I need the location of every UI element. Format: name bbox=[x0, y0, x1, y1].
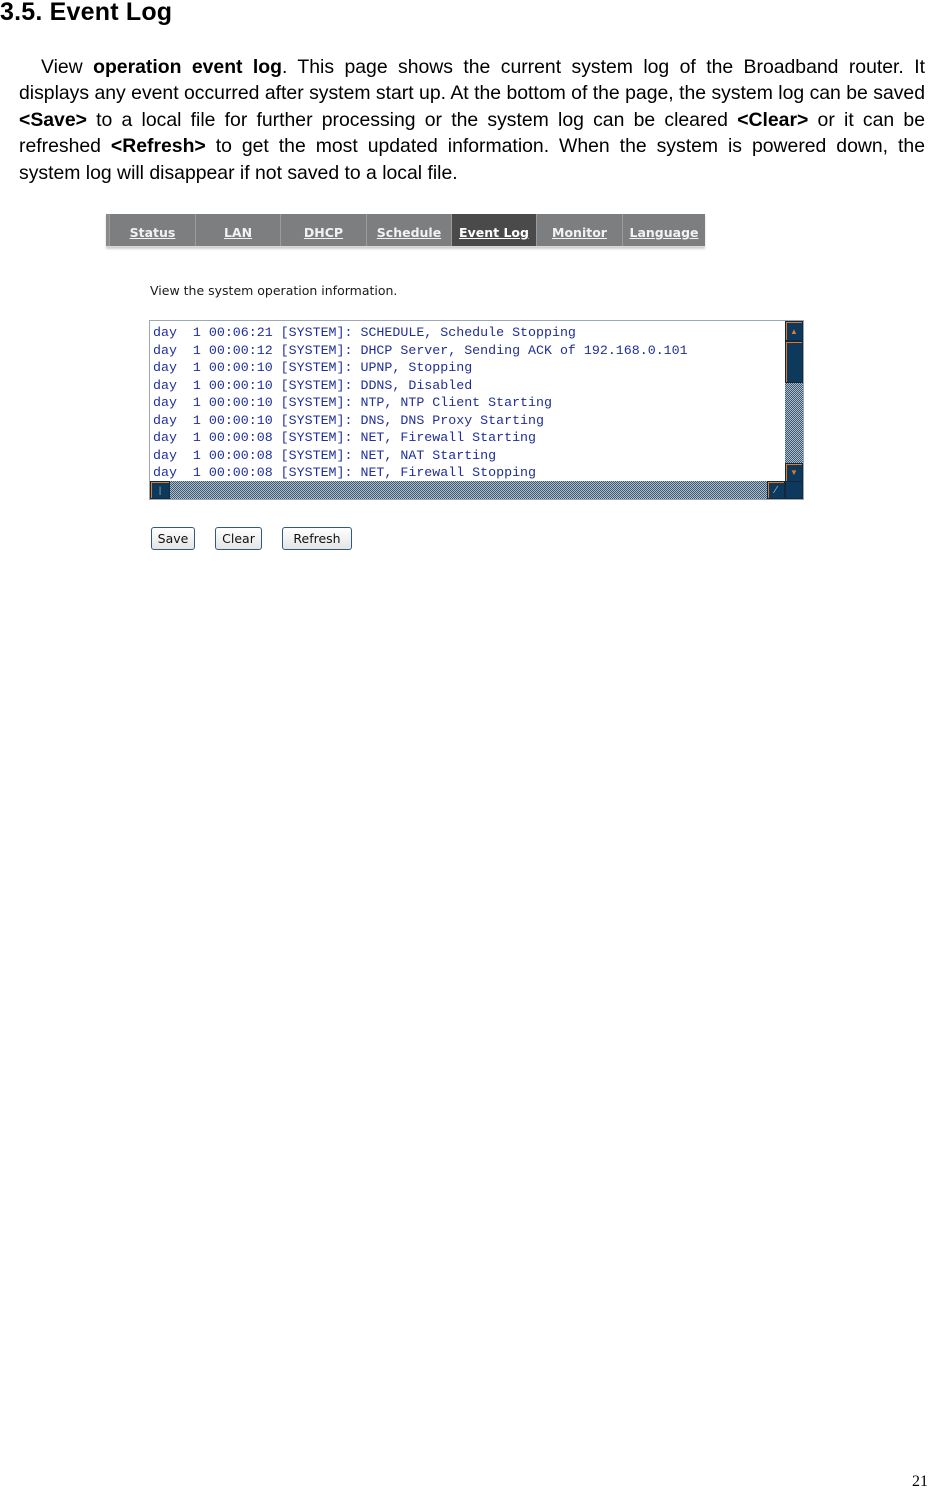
tab-event-log[interactable]: Event Log bbox=[452, 214, 537, 246]
tab-status[interactable]: Status bbox=[110, 214, 196, 246]
emphasis-text: operation event log bbox=[93, 56, 282, 78]
scrollbar-corner bbox=[785, 481, 803, 499]
tab-language[interactable]: Language bbox=[623, 214, 705, 246]
section-heading: 3.5. Event Log bbox=[0, 0, 173, 26]
vertical-scroll-thumb[interactable] bbox=[785, 341, 803, 383]
log-line: day 1 00:00:10 [SYSTEM]: UPNP, Stopping bbox=[153, 360, 473, 375]
paragraph-text: View bbox=[41, 56, 94, 78]
log-line: day 1 00:00:10 [SYSTEM]: NTP, NTP Client… bbox=[153, 395, 552, 410]
paragraph-text: to a local file for further processing o… bbox=[86, 108, 738, 131]
event-log-textarea[interactable]: day 1 00:06:21 [SYSTEM]: SCHEDULE, Sched… bbox=[149, 320, 804, 500]
page-number: 21 bbox=[912, 1473, 928, 1490]
scroll-up-icon[interactable]: ▲ bbox=[785, 321, 803, 341]
horizontal-scrollbar[interactable]: | bbox=[150, 481, 785, 499]
router-tab-bar: Status LAN DHCP Schedule Event Log Monit… bbox=[106, 214, 705, 247]
clear-button[interactable]: Clear bbox=[215, 527, 262, 550]
log-line: day 1 00:00:12 [SYSTEM]: DHCP Server, Se… bbox=[153, 342, 688, 358]
emphasis-text: <Refresh> bbox=[110, 135, 206, 158]
section-paragraph: View operation event log. This page show… bbox=[19, 54, 925, 186]
log-line: day 1 00:00:08 [SYSTEM]: NET, Firewall S… bbox=[153, 465, 537, 480]
scroll-down-icon[interactable]: ▼ bbox=[785, 463, 803, 482]
tab-dhcp[interactable]: DHCP bbox=[281, 214, 367, 246]
log-content[interactable]: day 1 00:06:21 [SYSTEM]: SCHEDULE, Sched… bbox=[153, 324, 785, 482]
emphasis-text: <Clear> bbox=[737, 108, 809, 131]
log-line: day 1 00:00:10 [SYSTEM]: DDNS, Disabled bbox=[153, 377, 473, 393]
log-line: day 1 00:00:08 [SYSTEM]: NET, NAT Starti… bbox=[153, 447, 497, 463]
horizontal-scroll-thumb-icon[interactable]: | bbox=[150, 481, 170, 499]
tab-monitor[interactable]: Monitor bbox=[537, 214, 623, 246]
tab-lan[interactable]: LAN bbox=[196, 214, 281, 246]
vertical-scrollbar[interactable]: ▲ ▼ bbox=[785, 321, 803, 482]
resize-grip-icon[interactable]: ⁄ bbox=[767, 481, 785, 499]
log-line: day 1 00:00:10 [SYSTEM]: DNS, DNS Proxy … bbox=[153, 412, 544, 428]
save-button[interactable]: Save bbox=[151, 527, 195, 550]
log-line: day 1 00:00:08 [SYSTEM]: NET, Firewall S… bbox=[153, 430, 537, 445]
info-text: View the system operation information. bbox=[150, 283, 398, 298]
refresh-button[interactable]: Refresh bbox=[282, 527, 352, 550]
log-line: day 1 00:06:21 [SYSTEM]: SCHEDULE, Sched… bbox=[153, 325, 576, 340]
tab-schedule[interactable]: Schedule bbox=[367, 214, 452, 246]
emphasis-text: <Save> bbox=[19, 108, 87, 131]
